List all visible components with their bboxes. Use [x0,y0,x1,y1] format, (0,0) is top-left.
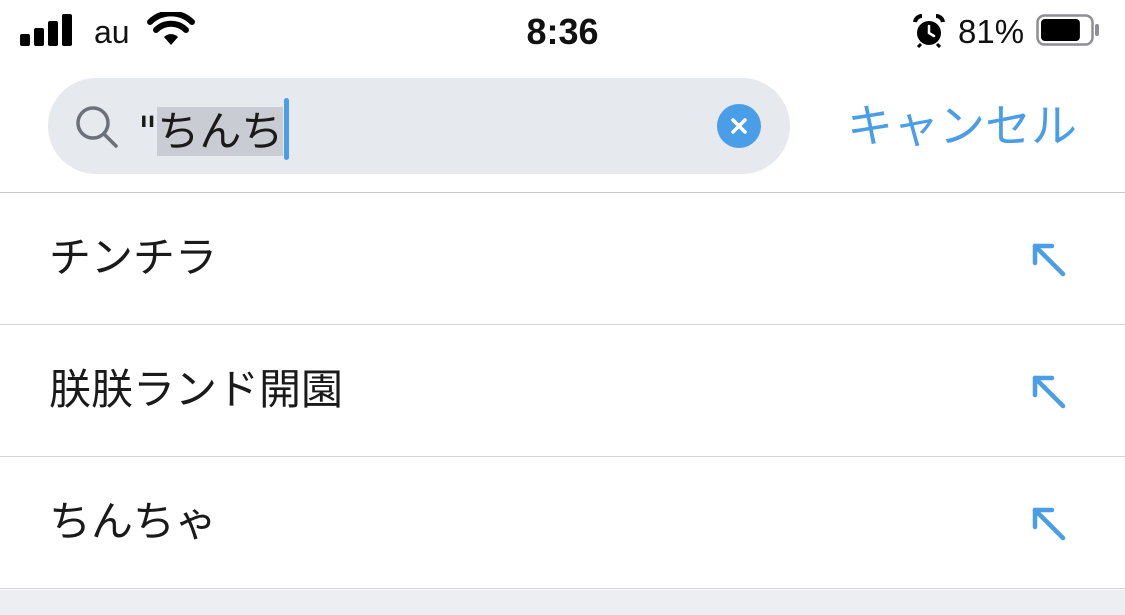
arrow-up-left-icon[interactable] [1028,239,1068,279]
arrow-up-left-icon[interactable] [1028,503,1068,543]
clear-search-button[interactable] [717,104,761,148]
cancel-button[interactable]: キャンセル [847,94,1077,158]
suggestion-item[interactable]: ちんちゃ [0,457,1125,589]
search-field[interactable]: "ちんち [48,78,790,174]
arrow-up-left-icon[interactable] [1028,371,1068,411]
bottom-background [0,590,1125,615]
search-header: "ちんち キャンセル [0,64,1125,192]
suggestion-item[interactable]: チンチラ [0,193,1125,325]
suggestion-label: ちんちゃ [49,497,218,546]
text-cursor [284,98,290,160]
suggestion-item[interactable]: 朕朕ランド開園 [0,325,1125,457]
search-input[interactable]: "ちんち [138,98,290,160]
suggestion-label: 朕朕ランド開園 [49,365,344,414]
battery-percentage: 81% [958,13,1025,50]
search-query-prefix: " [138,107,158,156]
alarm-icon [913,14,945,48]
status-time: 8:36 [526,11,599,52]
battery-icon [1036,14,1099,46]
suggestion-list: チンチラ 朕朕ランド開園 ちんちゃ [0,192,1125,589]
search-query-selection: ちんち [157,107,284,156]
search-screen: au 8:36 81% "ちんち キャンセル チンチラ 朕朕ランド開園 ちんちゃ [0,0,1125,615]
search-icon [76,106,118,148]
suggestion-label: チンチラ [49,233,218,282]
close-icon [731,118,747,134]
status-bar: au 8:36 81% [0,0,1125,64]
